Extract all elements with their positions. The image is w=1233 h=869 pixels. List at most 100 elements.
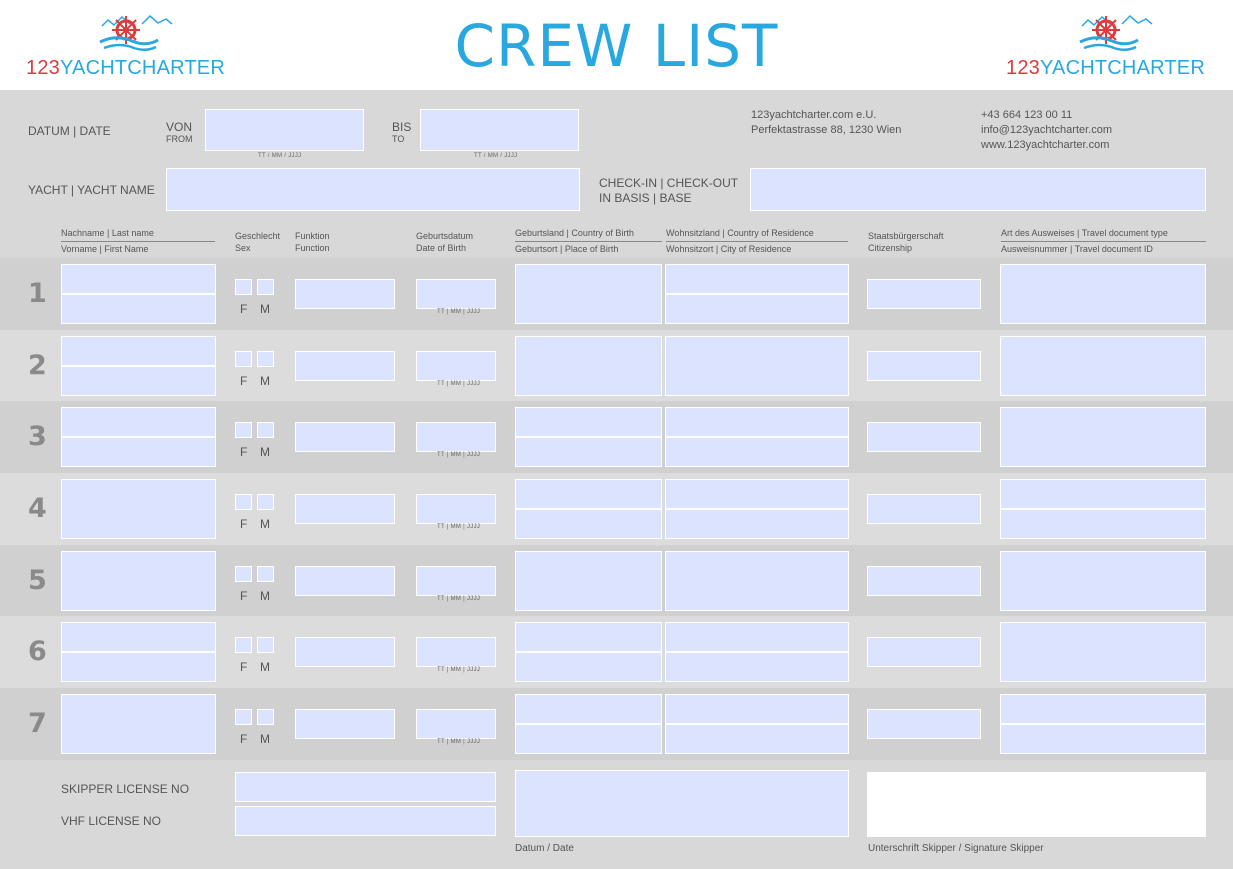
country-birth-field[interactable]: [515, 694, 662, 724]
date-signed-field[interactable]: [515, 770, 849, 837]
signature-label: Unterschrift Skipper / Signature Skipper: [868, 843, 1044, 854]
doc-id-field[interactable]: [1000, 509, 1206, 539]
birth-place-field[interactable]: [515, 264, 662, 324]
checkin-base-field[interactable]: [750, 168, 1206, 211]
place-birth-field[interactable]: [515, 652, 662, 682]
sex-female-checkbox[interactable]: [235, 709, 252, 725]
function-field[interactable]: [295, 566, 395, 596]
row-number: 2: [28, 350, 47, 381]
travel-document-field[interactable]: [1000, 264, 1206, 324]
last-name-field[interactable]: [61, 622, 216, 652]
date-signed-label: Datum / Date: [515, 843, 574, 854]
country-birth-field[interactable]: [515, 622, 662, 652]
last-name-field[interactable]: [61, 336, 216, 366]
first-name-field[interactable]: [61, 437, 216, 467]
col-country-residence: Wohnsitzland | Country of Residence: [666, 228, 814, 238]
sex-male-checkbox[interactable]: [257, 494, 274, 510]
skipper-license-field[interactable]: [235, 772, 496, 802]
citizenship-field[interactable]: [867, 494, 981, 524]
sex-male-checkbox[interactable]: [257, 709, 274, 725]
doc-type-field[interactable]: [1000, 694, 1206, 724]
sex-female-checkbox[interactable]: [235, 566, 252, 582]
function-field[interactable]: [295, 351, 395, 381]
travel-document-field[interactable]: [1000, 407, 1206, 467]
name-field[interactable]: [61, 694, 216, 754]
citizenship-field[interactable]: [867, 351, 981, 381]
travel-document-field[interactable]: [1000, 336, 1206, 396]
yacht-name-field[interactable]: [166, 168, 580, 211]
country-residence-field[interactable]: [665, 407, 849, 437]
city-residence-field[interactable]: [665, 724, 849, 754]
sex-female-checkbox[interactable]: [235, 422, 252, 438]
vhf-license-label: VHF LICENSE NO: [61, 814, 162, 828]
place-birth-field[interactable]: [515, 724, 662, 754]
sex-female-checkbox[interactable]: [235, 637, 252, 653]
function-field[interactable]: [295, 422, 395, 452]
city-residence-field[interactable]: [665, 294, 849, 324]
name-field[interactable]: [61, 479, 216, 539]
dob-field[interactable]: [416, 494, 496, 524]
country-residence-field[interactable]: [665, 264, 849, 294]
travel-document-field[interactable]: [1000, 622, 1206, 682]
dob-field[interactable]: [416, 422, 496, 452]
function-field[interactable]: [295, 279, 395, 309]
city-residence-field[interactable]: [665, 652, 849, 682]
dob-field[interactable]: [416, 709, 496, 739]
birth-place-field[interactable]: [515, 336, 662, 396]
sex-male-checkbox[interactable]: [257, 566, 274, 582]
col-country-birth: Geburtsland | Country of Birth: [515, 228, 634, 238]
travel-document-field[interactable]: [1000, 551, 1206, 611]
dob-field[interactable]: [416, 566, 496, 596]
sex-female-label: F: [240, 445, 248, 459]
first-name-field[interactable]: [61, 652, 216, 682]
function-field[interactable]: [295, 494, 395, 524]
doc-type-field[interactable]: [1000, 479, 1206, 509]
doc-id-field[interactable]: [1000, 724, 1206, 754]
country-birth-field[interactable]: [515, 407, 662, 437]
sex-female-checkbox[interactable]: [235, 351, 252, 367]
citizenship-field[interactable]: [867, 279, 981, 309]
last-name-field[interactable]: [61, 407, 216, 437]
citizenship-field[interactable]: [867, 422, 981, 452]
country-residence-field[interactable]: [665, 479, 849, 509]
vhf-license-field[interactable]: [235, 806, 496, 836]
sex-female-checkbox[interactable]: [235, 494, 252, 510]
birth-place-field[interactable]: [515, 551, 662, 611]
from-label: VON: [166, 120, 193, 134]
sex-male-checkbox[interactable]: [257, 422, 274, 438]
citizenship-field[interactable]: [867, 709, 981, 739]
first-name-field[interactable]: [61, 366, 216, 396]
residence-field[interactable]: [665, 551, 849, 611]
place-birth-field[interactable]: [515, 437, 662, 467]
last-name-field[interactable]: [61, 264, 216, 294]
date-from-field[interactable]: [205, 109, 364, 151]
country-residence-field[interactable]: [665, 694, 849, 724]
place-birth-field[interactable]: [515, 509, 662, 539]
col-citizenship-en: Citizenship: [868, 243, 913, 253]
sex-female-checkbox[interactable]: [235, 279, 252, 295]
dob-field[interactable]: [416, 279, 496, 309]
city-residence-field[interactable]: [665, 437, 849, 467]
sex-male-checkbox[interactable]: [257, 279, 274, 295]
citizenship-field[interactable]: [867, 637, 981, 667]
citizenship-field[interactable]: [867, 566, 981, 596]
sex-male-label: M: [260, 732, 270, 746]
sex-male-checkbox[interactable]: [257, 637, 274, 653]
signature-field[interactable]: [867, 772, 1206, 837]
country-residence-field[interactable]: [665, 622, 849, 652]
date-to-field[interactable]: [420, 109, 579, 151]
dob-field[interactable]: [416, 351, 496, 381]
first-name-field[interactable]: [61, 294, 216, 324]
row-number: 7: [28, 708, 47, 739]
col-function-de: Funktion: [295, 231, 330, 241]
row-number: 6: [28, 636, 47, 667]
name-field[interactable]: [61, 551, 216, 611]
country-birth-field[interactable]: [515, 479, 662, 509]
city-residence-field[interactable]: [665, 509, 849, 539]
dob-field[interactable]: [416, 637, 496, 667]
residence-field[interactable]: [665, 336, 849, 396]
row-number: 4: [28, 493, 47, 524]
function-field[interactable]: [295, 709, 395, 739]
function-field[interactable]: [295, 637, 395, 667]
sex-male-checkbox[interactable]: [257, 351, 274, 367]
